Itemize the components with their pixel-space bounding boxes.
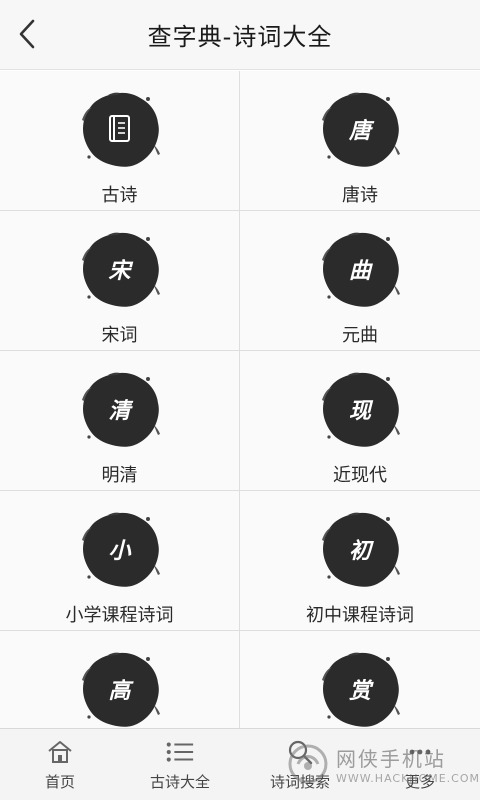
category-tangshi[interactable]: 唐 唐诗	[240, 71, 480, 211]
ink-badge: 现	[318, 367, 402, 451]
home-icon	[48, 741, 72, 763]
category-glyph: 曲	[348, 258, 371, 284]
ink-badge	[78, 87, 162, 171]
tab-poems[interactable]: 古诗大全	[120, 729, 240, 800]
tab-label: 更多	[404, 773, 435, 791]
category-glyph: 赏	[348, 678, 371, 704]
category-glyph: 高	[108, 678, 131, 704]
ink-badge: 赏	[318, 647, 402, 728]
category-label: 宋词	[101, 325, 138, 346]
category-grid: 古诗 唐 唐诗 宋 宋词 曲 元曲 清 明清 现 近现代 小 小学课程诗词 初 …	[0, 71, 480, 728]
category-glyph: 小	[108, 538, 131, 564]
category-glyph: 宋	[108, 258, 131, 284]
category-label: 古诗	[101, 185, 138, 206]
category-mingqing[interactable]: 清 明清	[0, 351, 240, 491]
page-title: 查字典-诗词大全	[147, 23, 333, 51]
category-appreciation[interactable]: 赏	[240, 631, 480, 728]
category-songci[interactable]: 宋 宋词	[0, 211, 240, 351]
category-middle-school[interactable]: 初 初中课程诗词	[240, 491, 480, 631]
tab-label: 首页	[44, 773, 75, 791]
category-yuanqu[interactable]: 曲 元曲	[240, 211, 480, 351]
category-label: 元曲	[342, 325, 378, 346]
category-label: 唐诗	[342, 185, 378, 206]
category-gushi[interactable]: 古诗	[0, 71, 240, 211]
ink-badge: 小	[78, 507, 162, 591]
category-label: 初中课程诗词	[306, 605, 414, 626]
category-label: 明清	[101, 465, 138, 486]
tab-label: 诗词搜索	[269, 773, 330, 791]
category-label: 近现代	[333, 465, 387, 486]
back-button[interactable]	[10, 14, 44, 54]
book-icon	[108, 115, 130, 142]
ink-badge: 清	[78, 367, 162, 451]
list-icon	[166, 742, 194, 762]
category-glyph: 现	[348, 398, 371, 424]
category-glyph: 清	[108, 398, 131, 424]
category-jinxiandai[interactable]: 现 近现代	[240, 351, 480, 491]
ink-badge: 宋	[78, 227, 162, 311]
search-icon	[288, 740, 313, 765]
category-label: 小学课程诗词	[65, 605, 174, 626]
ink-badge: 曲	[318, 227, 402, 311]
ink-badge: 初	[318, 507, 402, 591]
more-icon	[409, 749, 431, 755]
tab-home[interactable]: 首页	[0, 729, 120, 800]
category-high-school[interactable]: 高	[0, 631, 240, 728]
ink-badge: 唐	[318, 87, 402, 171]
chevron-left-icon	[19, 19, 35, 49]
tab-search[interactable]: 诗词搜索	[240, 729, 360, 800]
tab-label: 古诗大全	[149, 773, 210, 791]
category-glyph: 唐	[348, 118, 371, 144]
app-header: 查字典-诗词大全	[0, 0, 480, 70]
bottom-tab-bar: 首页 古诗大全 诗词搜索 更多	[0, 728, 480, 800]
tab-more[interactable]: 更多	[360, 729, 480, 800]
category-primary-school[interactable]: 小 小学课程诗词	[0, 491, 240, 631]
ink-badge: 高	[78, 647, 162, 728]
category-glyph: 初	[348, 538, 371, 564]
